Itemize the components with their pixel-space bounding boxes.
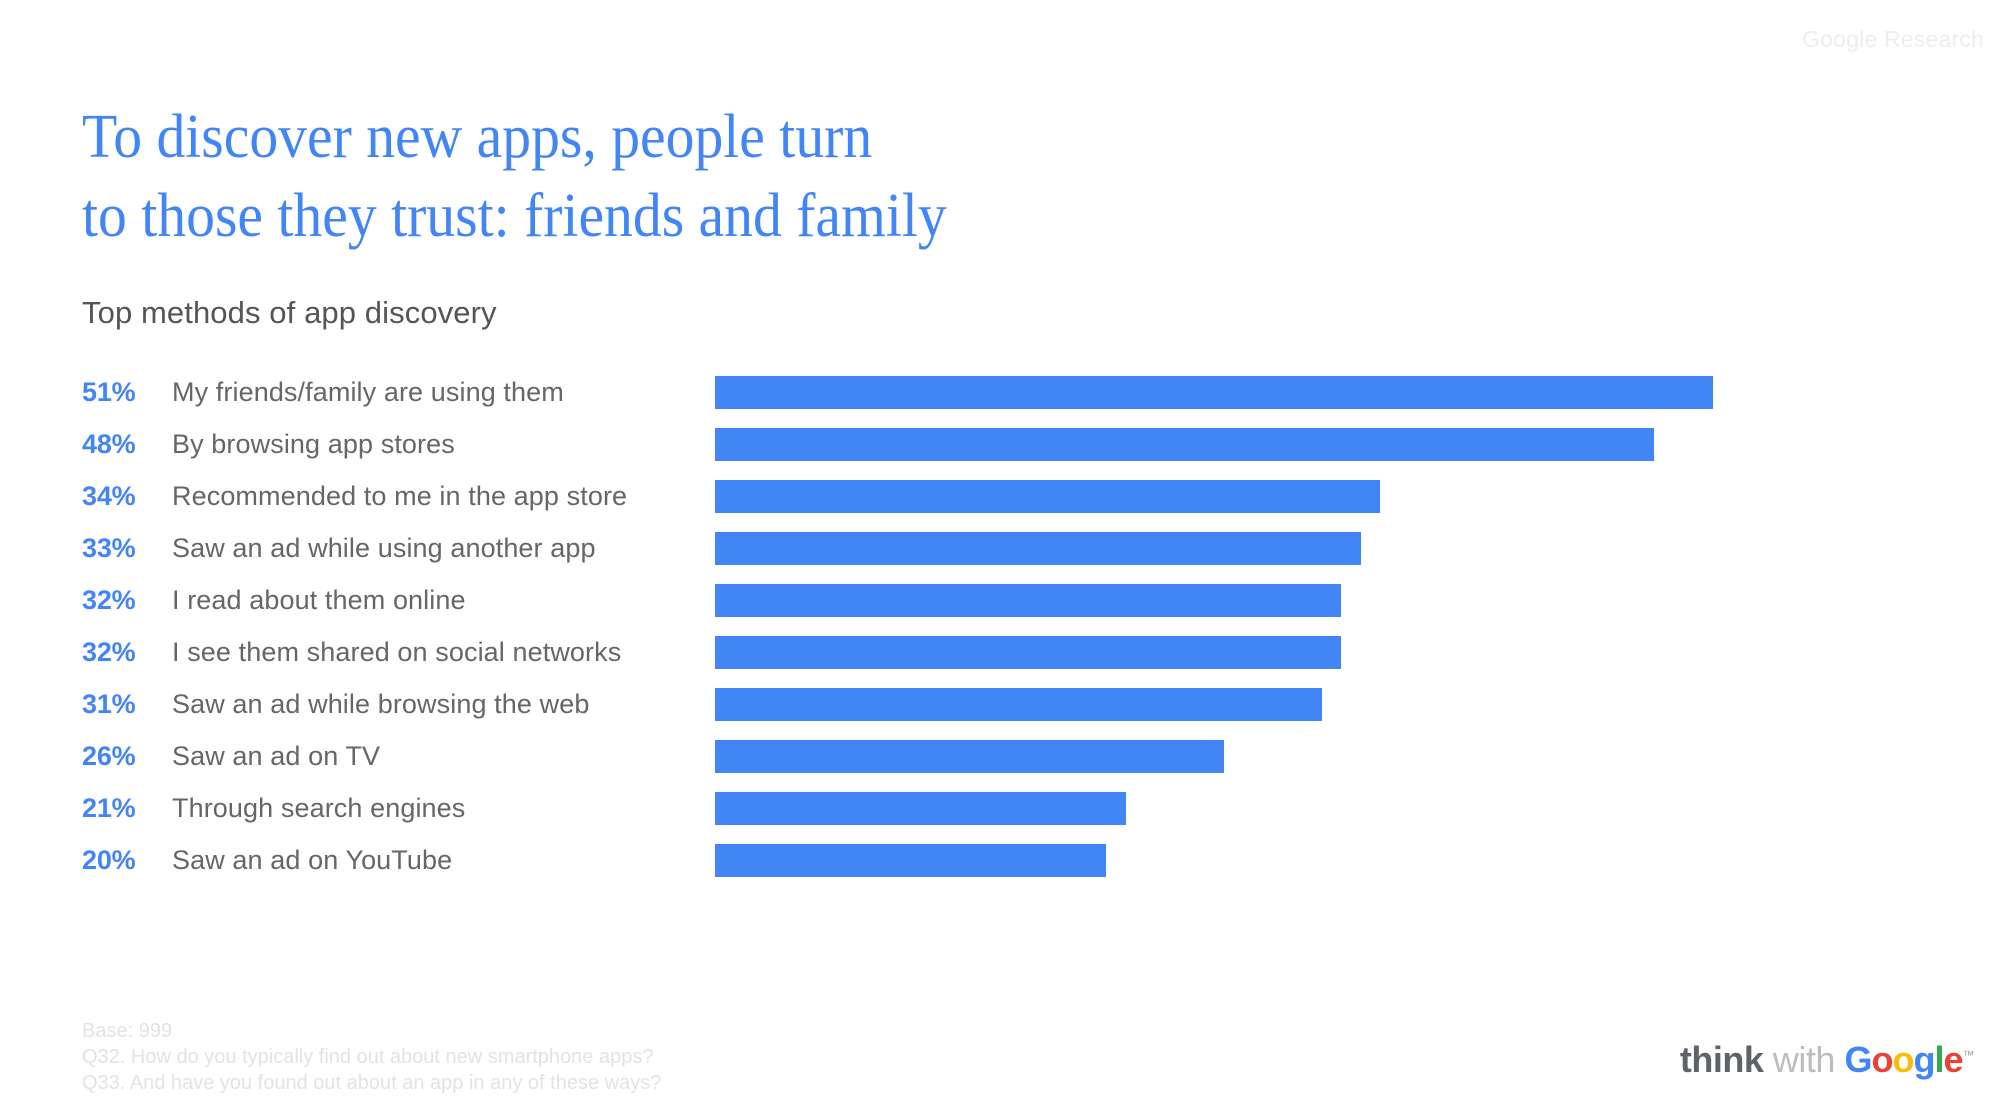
chart-row: 33% Saw an ad while using another app xyxy=(0,532,2002,584)
bar-track xyxy=(715,844,1915,877)
footnotes: Base: 999 Q32. How do you typically find… xyxy=(82,1018,661,1096)
bar-value-label: 26% xyxy=(82,741,136,771)
bar-value-label: 32% xyxy=(82,637,136,667)
bar-track xyxy=(715,740,1915,773)
logo-word-think: think xyxy=(1679,1039,1764,1080)
bar xyxy=(715,532,1361,565)
bar-category-label: Recommended to me in the app store xyxy=(172,481,628,511)
bar xyxy=(715,480,1381,513)
google-letter-o2: o xyxy=(1892,1039,1914,1080)
logo-word-with: with xyxy=(1772,1039,1836,1080)
google-letter-e: e xyxy=(1943,1039,1963,1080)
footnote-q32: Q32. How do you typically find out about… xyxy=(82,1046,654,1068)
bar-value-label: 20% xyxy=(82,845,136,875)
chart-subtitle: Top methods of app discovery xyxy=(82,295,497,330)
bar-category-label: Saw an ad while using another app xyxy=(172,533,596,563)
chart-row: 32% I see them shared on social networks xyxy=(0,636,2002,688)
chart-row: 34% Recommended to me in the app store xyxy=(0,480,2002,532)
slide-canvas: Google Research To discover new apps, pe… xyxy=(0,0,2002,1108)
chart-row: 51% My friends/family are using them xyxy=(0,376,2002,428)
bar-track xyxy=(715,688,1915,721)
chart-row: 32% I read about them online xyxy=(0,584,2002,636)
bar-track xyxy=(715,376,1915,409)
bar xyxy=(715,740,1224,773)
bar-category-label: I read about them online xyxy=(172,585,466,615)
bar xyxy=(715,428,1655,461)
google-letter-g: G xyxy=(1844,1039,1872,1080)
bar-category-label: Saw an ad while browsing the web xyxy=(172,689,590,719)
bar-value-label: 48% xyxy=(82,429,136,459)
footnote-q33: Q33. And have you found out about an app… xyxy=(82,1072,662,1094)
chart-row: 26% Saw an ad on TV xyxy=(0,740,2002,792)
bar-track xyxy=(715,636,1915,669)
bar xyxy=(715,688,1322,721)
google-wordmark: Google xyxy=(1844,1039,1963,1080)
bar-track xyxy=(715,584,1915,617)
bar-track xyxy=(715,792,1915,825)
bar-category-label: My friends/family are using them xyxy=(172,377,564,407)
page-title-line-1: To discover new apps, people turn xyxy=(82,102,873,171)
chart-row: 21% Through search engines xyxy=(0,792,2002,844)
chart-row: 48% By browsing app stores xyxy=(0,428,2002,480)
google-letter-o1: o xyxy=(1871,1039,1893,1080)
bar xyxy=(715,792,1126,825)
trademark-icon: ™ xyxy=(1962,1048,1975,1062)
bar-category-label: Through search engines xyxy=(172,793,466,823)
bar xyxy=(715,376,1714,409)
bar-value-label: 51% xyxy=(82,377,136,407)
bar-category-label: Saw an ad on TV xyxy=(172,741,381,771)
bar-value-label: 34% xyxy=(82,481,136,511)
bar-track xyxy=(715,480,1915,513)
think-with-google-logo: think with Google™ xyxy=(1679,1037,1975,1080)
google-letter-g2: g xyxy=(1913,1039,1935,1080)
bar-category-label: Saw an ad on YouTube xyxy=(172,845,453,875)
bar xyxy=(715,636,1342,669)
bar-value-label: 33% xyxy=(82,533,136,563)
page-title: To discover new apps, people turn to tho… xyxy=(82,98,1384,256)
bar-chart: 51% My friends/family are using them 48% By… xyxy=(0,376,2002,896)
bar-category-label: By browsing app stores xyxy=(172,429,455,459)
chart-row: 31% Saw an ad while browsing the web xyxy=(0,688,2002,740)
bar-value-label: 32% xyxy=(82,585,136,615)
bar xyxy=(715,584,1342,617)
bar-track xyxy=(715,428,1915,461)
page-title-line-2: to those they trust: friends and family xyxy=(82,181,947,250)
chart-row: 20% Saw an ad on YouTube xyxy=(0,844,2002,896)
footnote-base: Base: 999 xyxy=(82,1020,173,1042)
google-research-watermark: Google Research xyxy=(1802,26,1984,52)
bar-value-label: 21% xyxy=(82,793,136,823)
bar xyxy=(715,844,1107,877)
bar-category-label: I see them shared on social networks xyxy=(172,637,622,667)
bar-track xyxy=(715,532,1915,565)
bar-value-label: 31% xyxy=(82,689,136,719)
